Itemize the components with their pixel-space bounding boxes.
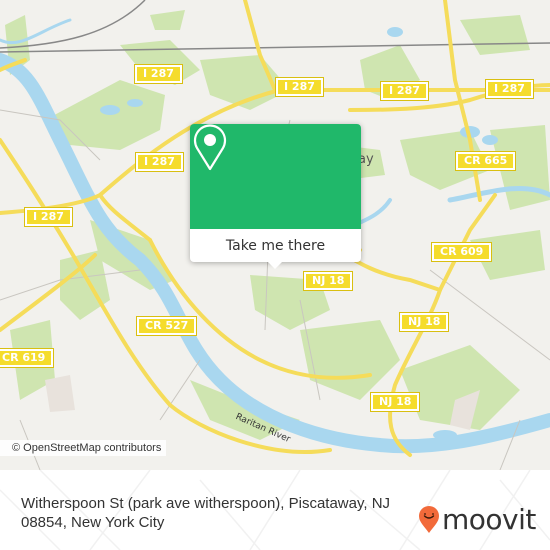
location-popup: Take me there — [190, 124, 361, 269]
location-pin-icon — [193, 124, 227, 171]
popup-header — [190, 124, 361, 229]
moovit-logo: moovit — [418, 506, 536, 534]
map-view[interactable]: I 287 I 287 I 287 I 287 I 287 I 287 CR 6… — [0, 0, 550, 470]
map-attribution[interactable]: © OpenStreetMap contributors — [0, 440, 167, 456]
road-shield-i287: I 287 — [134, 64, 183, 84]
road-shield-i287: I 287 — [24, 207, 73, 227]
road-shield-nj18: NJ 18 — [398, 312, 450, 332]
road-shield-cr527: CR 527 — [135, 316, 198, 336]
popup-pointer — [268, 262, 282, 269]
road-shield-i287: I 287 — [135, 152, 184, 172]
road-shield-i287: I 287 — [275, 77, 324, 97]
road-shield-i287: I 287 — [380, 81, 429, 101]
footer: Witherspoon St (park ave witherspoon), P… — [0, 470, 550, 550]
take-me-there-button[interactable]: Take me there — [190, 229, 361, 262]
road-shield-cr609: CR 609 — [430, 242, 493, 262]
road-shield-nj18: NJ 18 — [302, 271, 354, 291]
address-text: Witherspoon St (park ave witherspoon), P… — [21, 495, 391, 531]
moovit-pin-icon — [419, 506, 439, 533]
road-shield-nj18: NJ 18 — [369, 392, 421, 412]
road-shield-cr619: CR 619 — [0, 348, 55, 368]
moovit-wordmark: moovit — [442, 503, 536, 536]
road-shield-i287: I 287 — [485, 79, 534, 99]
road-shield-cr665: CR 665 — [454, 151, 517, 171]
